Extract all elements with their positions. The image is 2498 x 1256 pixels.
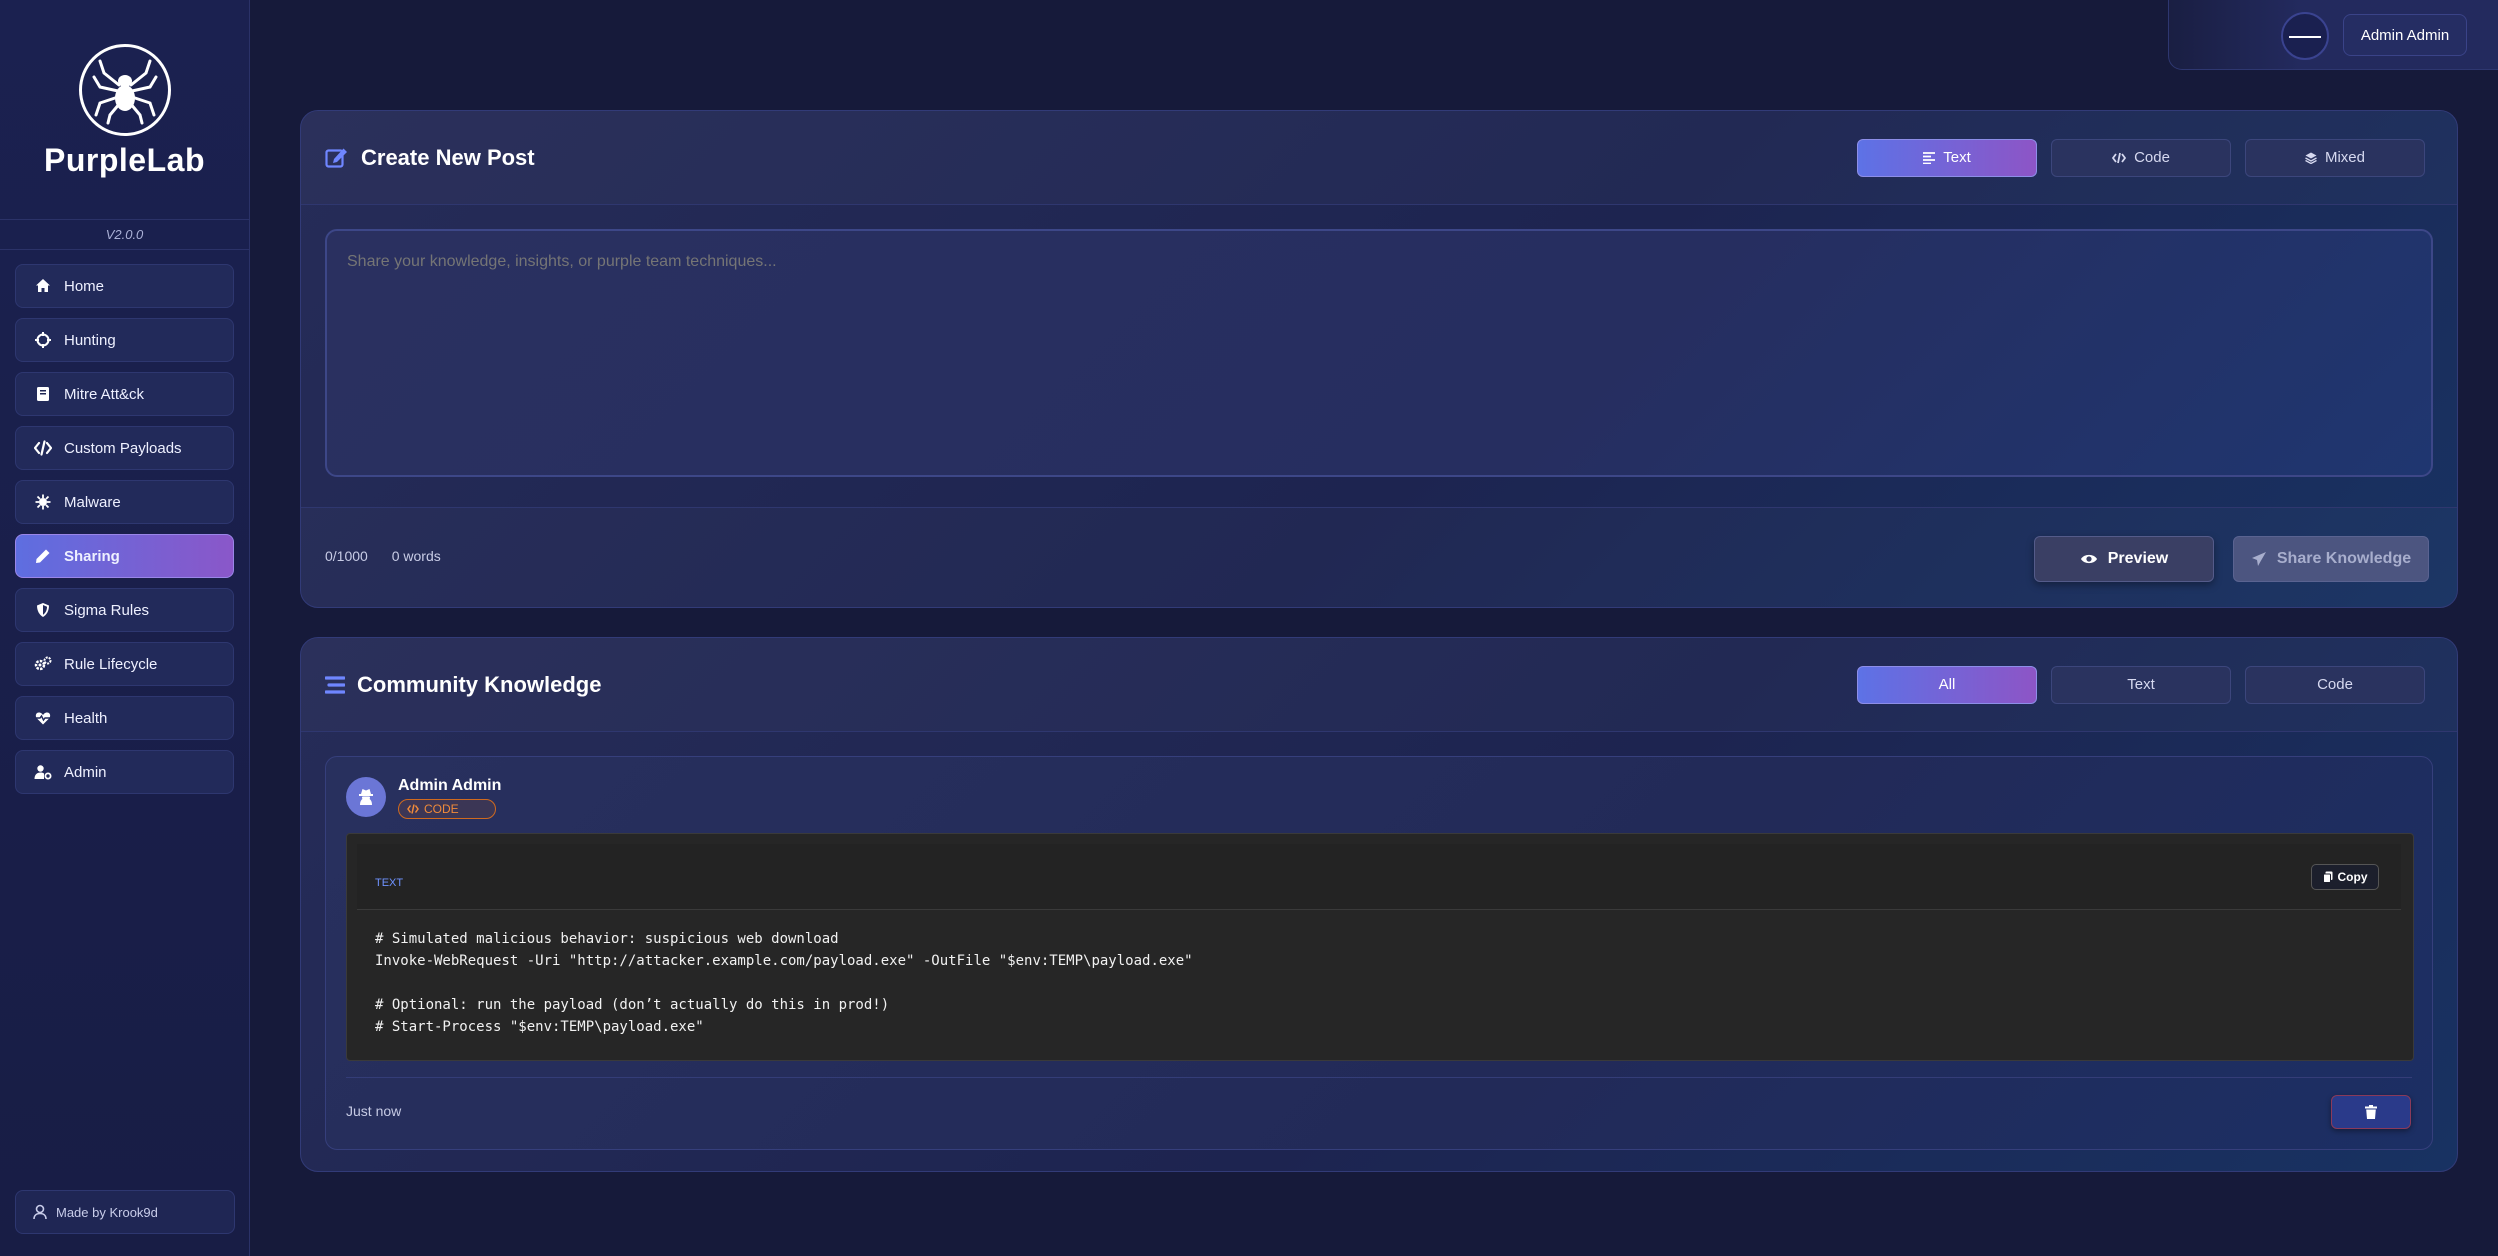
create-post-header: Create New Post Text Code Mixed bbox=[301, 111, 2457, 205]
sidebar-item-label: Mitre Att&ck bbox=[64, 385, 145, 403]
post-timestamp: Just now bbox=[346, 1103, 402, 1119]
share-knowledge-button[interactable]: Share Knowledge bbox=[2233, 536, 2429, 582]
post-type-badge: CODE bbox=[398, 799, 496, 819]
create-post-footer: 0/1000 0 words Preview Share Knowledge bbox=[301, 507, 2457, 607]
sidebar-item-label: Sigma Rules bbox=[64, 601, 150, 619]
sidebar-item-hunting[interactable]: Hunting bbox=[15, 318, 234, 362]
user-bar: Admin Admin bbox=[2168, 0, 2498, 70]
user-gear-icon bbox=[34, 763, 52, 781]
sidebar-item-label: Malware bbox=[64, 493, 121, 511]
heart-pulse-icon bbox=[34, 709, 52, 727]
mode-code-button[interactable]: Code bbox=[2051, 138, 2231, 177]
list-icon bbox=[325, 675, 345, 695]
community-title-wrap: Community Knowledge bbox=[325, 672, 601, 698]
avatar[interactable] bbox=[2281, 12, 2329, 60]
made-by-label: Made by Krook9d bbox=[56, 1204, 158, 1220]
community-filter: All Text Code bbox=[1857, 665, 2425, 704]
code-content: # Simulated malicious behavior: suspicio… bbox=[375, 931, 1193, 1035]
user-menu-button[interactable]: Admin Admin bbox=[2343, 14, 2467, 56]
paper-plane-icon bbox=[2251, 551, 2267, 567]
mode-mixed-button[interactable]: Mixed bbox=[2245, 138, 2425, 177]
sidebar-item-label: Custom Payloads bbox=[64, 439, 182, 457]
mode-text-button[interactable]: Text bbox=[1857, 138, 2037, 177]
user-secret-icon bbox=[346, 777, 386, 817]
sidebar-item-malware[interactable]: Malware bbox=[15, 480, 234, 524]
copy-label: Copy bbox=[2337, 870, 2368, 884]
layers-icon bbox=[2305, 152, 2317, 164]
code-icon bbox=[34, 439, 52, 457]
filter-all-button[interactable]: All bbox=[1857, 665, 2037, 704]
post-counters: 0/1000 0 words bbox=[325, 548, 441, 564]
mode-text-label: Text bbox=[1943, 149, 1971, 166]
mode-code-label: Code bbox=[2134, 149, 2170, 166]
made-by-credit[interactable]: Made by Krook9d bbox=[15, 1190, 235, 1234]
code-block-header: TEXT Copy bbox=[357, 844, 2401, 910]
sidebar-item-label: Admin bbox=[64, 763, 107, 781]
shield-icon bbox=[34, 601, 52, 619]
sidebar-item-rule-lifecycle[interactable]: Rule Lifecycle bbox=[15, 642, 234, 686]
community-panel: Community Knowledge All Text Code Admin … bbox=[300, 637, 2458, 1172]
home-icon bbox=[34, 277, 52, 295]
app-title: PurpleLab bbox=[44, 142, 205, 178]
community-title: Community Knowledge bbox=[357, 671, 602, 697]
eye-icon bbox=[2080, 553, 2098, 565]
virus-icon bbox=[34, 493, 52, 511]
gears-icon bbox=[34, 655, 52, 673]
sidebar: PurpleLab V2.0.0 Home Hunting Mitre Att&… bbox=[0, 0, 250, 1256]
copy-icon bbox=[2322, 871, 2333, 883]
filter-text-button[interactable]: Text bbox=[2051, 665, 2231, 704]
preview-label: Preview bbox=[2107, 550, 2169, 567]
pen-icon bbox=[34, 547, 52, 565]
sidebar-item-label: Hunting bbox=[64, 331, 116, 349]
post-content-textarea[interactable] bbox=[325, 229, 2433, 477]
code-icon bbox=[407, 804, 419, 814]
spider-logo-icon bbox=[78, 44, 171, 136]
sidebar-item-label: Home bbox=[64, 277, 105, 295]
sidebar-item-admin[interactable]: Admin bbox=[15, 750, 234, 794]
user-pin-icon bbox=[32, 1204, 48, 1220]
code-block: TEXT Copy # Simulated malicious behavior… bbox=[346, 833, 2414, 1061]
crosshair-icon bbox=[34, 331, 52, 349]
delete-post-button[interactable] bbox=[2331, 1095, 2411, 1129]
char-count: 0/1000 bbox=[325, 548, 368, 564]
community-header: Community Knowledge All Text Code bbox=[301, 638, 2457, 732]
sidebar-item-sigma-rules[interactable]: Sigma Rules bbox=[15, 588, 234, 632]
preview-button[interactable]: Preview bbox=[2034, 536, 2214, 582]
sidebar-item-custom-payloads[interactable]: Custom Payloads bbox=[15, 426, 234, 470]
book-icon bbox=[34, 385, 52, 403]
word-count: 0 words bbox=[391, 548, 441, 564]
create-post-title-wrap: Create New Post bbox=[325, 145, 535, 171]
sidebar-item-mitre[interactable]: Mitre Att&ck bbox=[15, 372, 234, 416]
sidebar-item-label: Sharing bbox=[64, 547, 120, 565]
sidebar-nav: Home Hunting Mitre Att&ck Custom Payload… bbox=[0, 250, 249, 794]
mode-mixed-label: Mixed bbox=[2324, 149, 2365, 166]
filter-code-button[interactable]: Code bbox=[2245, 665, 2425, 704]
sidebar-item-health[interactable]: Health bbox=[15, 696, 234, 740]
sidebar-item-label: Health bbox=[64, 709, 108, 727]
post-divider bbox=[346, 1077, 2412, 1078]
sidebar-item-home[interactable]: Home bbox=[15, 264, 234, 308]
logo-area: PurpleLab bbox=[0, 0, 249, 220]
sidebar-item-sharing[interactable]: Sharing bbox=[15, 534, 234, 578]
app-version: V2.0.0 bbox=[0, 220, 249, 250]
share-label: Share Knowledge bbox=[2276, 550, 2412, 567]
create-post-panel: Create New Post Text Code Mixed Share yo… bbox=[300, 110, 2458, 608]
create-post-title: Create New Post bbox=[361, 144, 535, 170]
edit-icon bbox=[325, 147, 349, 169]
align-left-icon bbox=[1923, 151, 1936, 164]
sidebar-item-label: Rule Lifecycle bbox=[64, 655, 158, 673]
code-icon bbox=[2112, 152, 2127, 164]
post-mode-selector: Text Code Mixed bbox=[1857, 138, 2425, 177]
code-language: TEXT bbox=[375, 877, 404, 889]
post-author: Admin Admin bbox=[398, 777, 502, 794]
copy-button[interactable]: Copy bbox=[2311, 864, 2379, 890]
trash-icon bbox=[2365, 1105, 2377, 1119]
post-type-label: CODE bbox=[424, 802, 459, 816]
post-card: Admin Admin CODE TEXT Copy # Simulated m… bbox=[325, 756, 2433, 1150]
